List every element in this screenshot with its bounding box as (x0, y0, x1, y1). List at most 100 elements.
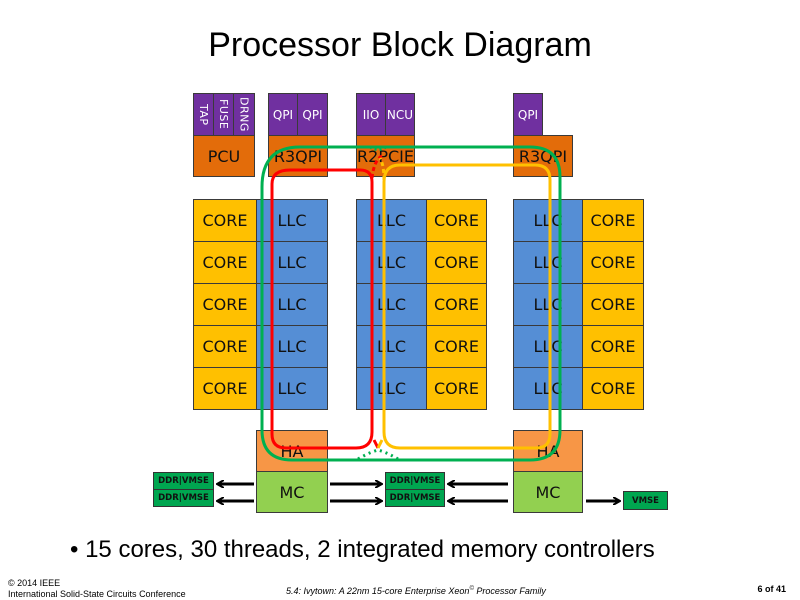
footer-paper-title: 5.4: Ivytown: A 22nm 15-core Enterprise … (286, 586, 546, 596)
right-core-slice: CORE (582, 367, 644, 410)
llc-label: LLC (277, 295, 307, 314)
llc-label: LLC (277, 211, 307, 230)
llc-label: LLC (533, 337, 563, 356)
ddr-vmse-left-2: DDR|VMSE (153, 489, 214, 507)
llc-label: LLC (377, 211, 406, 230)
pcu-unit: PCU (193, 135, 255, 177)
right-llc-slice: LLC (513, 325, 583, 368)
middle-core-slice: CORE (426, 199, 487, 242)
llc-label: LLC (533, 211, 563, 230)
core-label: CORE (590, 379, 636, 398)
right-core-slice: CORE (582, 283, 644, 326)
tap-unit: TAP (193, 93, 214, 136)
middle-core-slice: CORE (426, 283, 487, 326)
ha-left: HA (256, 430, 328, 472)
left-core-slice: CORE (193, 367, 257, 410)
core-label: CORE (434, 295, 479, 314)
core-label: CORE (590, 211, 636, 230)
mc-right: MC (513, 471, 583, 513)
core-label: CORE (202, 295, 248, 314)
left-llc-slice: LLC (256, 367, 328, 410)
mc-left: MC (256, 471, 328, 513)
left-llc-slice: LLC (256, 199, 328, 242)
llc-label: LLC (377, 295, 406, 314)
llc-label: LLC (377, 253, 406, 272)
middle-llc-slice: LLC (356, 283, 427, 326)
ha-label: HA (280, 441, 304, 461)
footer-page-number: 6 of 41 (757, 584, 786, 594)
core-label: CORE (590, 253, 636, 272)
ring-red-dash-bottom (372, 439, 380, 449)
r3qpi-unit-right: R3QPI (513, 135, 573, 177)
core-label: CORE (202, 337, 248, 356)
middle-core-slice: CORE (426, 367, 487, 410)
footer-copyright: © 2014 IEEE (8, 578, 61, 588)
left-core-slice: CORE (193, 199, 257, 242)
paper-title-text: 5.4: Ivytown: A 22nm 15-core Enterprise … (286, 586, 470, 596)
core-label: CORE (202, 379, 248, 398)
paper-title-end: Processor Family (473, 586, 546, 596)
core-label: CORE (590, 337, 636, 356)
qpi-unit-2: QPI (297, 93, 328, 136)
right-core-slice: CORE (582, 325, 644, 368)
fuse-label: FUSE (217, 99, 230, 130)
ncu-unit: NCU (385, 93, 415, 136)
right-llc-slice: LLC (513, 199, 583, 242)
fuse-unit: FUSE (213, 93, 234, 136)
core-label: CORE (434, 211, 479, 230)
vmse-box: VMSE (623, 491, 668, 510)
ddr-vmse-mid-2: DDR|VMSE (385, 489, 445, 507)
footer-conference: International Solid-State Circuits Confe… (8, 589, 186, 599)
ha-right: HA (513, 430, 583, 472)
ddr-vmse-mid-1: DDR|VMSE (385, 472, 445, 490)
iio-label: IIO (362, 107, 380, 122)
left-core-slice: CORE (193, 241, 257, 284)
tap-label: TAP (197, 103, 210, 126)
middle-core-slice: CORE (426, 325, 487, 368)
llc-label: LLC (533, 379, 563, 398)
llc-label: LLC (533, 295, 563, 314)
ha-label: HA (536, 441, 560, 461)
qpi-label: QPI (302, 107, 323, 122)
right-core-slice: CORE (582, 241, 644, 284)
ddr-label: DDR|VMSE (158, 476, 209, 486)
right-llc-slice: LLC (513, 241, 583, 284)
llc-label: LLC (277, 253, 307, 272)
right-llc-slice: LLC (513, 367, 583, 410)
left-core-slice: CORE (193, 283, 257, 326)
vmse-label: VMSE (632, 495, 659, 506)
middle-llc-slice: LLC (356, 367, 427, 410)
core-label: CORE (434, 337, 479, 356)
ncu-label: NCU (386, 107, 414, 122)
middle-core-slice: CORE (426, 241, 487, 284)
middle-llc-slice: LLC (356, 325, 427, 368)
ddr-label: DDR|VMSE (389, 476, 441, 486)
middle-llc-slice: LLC (356, 241, 427, 284)
core-label: CORE (202, 211, 248, 230)
r3qpi-label: R3QPI (273, 146, 323, 166)
left-llc-slice: LLC (256, 325, 328, 368)
slide-title: Processor Block Diagram (208, 26, 592, 64)
llc-label: LLC (277, 337, 307, 356)
ddr-label: DDR|VMSE (389, 493, 441, 503)
r2pcie-unit: R2PCIE (356, 135, 415, 177)
left-llc-slice: LLC (256, 241, 328, 284)
pcu-label: PCU (207, 146, 241, 166)
core-label: CORE (202, 253, 248, 272)
middle-llc-slice: LLC (356, 199, 427, 242)
mc-label: MC (535, 482, 561, 502)
llc-label: LLC (533, 253, 563, 272)
drng-unit: DRNG (233, 93, 255, 136)
r3qpi-unit-left: R3QPI (268, 135, 328, 177)
r3qpi-label: R3QPI (518, 146, 568, 166)
bullet-point: • 15 cores, 30 threads, 2 integrated mem… (70, 536, 655, 563)
ddr-label: DDR|VMSE (158, 493, 209, 503)
mc-label: MC (279, 482, 305, 502)
r2pcie-label: R2PCIE (357, 146, 414, 166)
iio-unit: IIO (356, 93, 386, 136)
left-llc-slice: LLC (256, 283, 328, 326)
llc-label: LLC (377, 379, 406, 398)
qpi-label: QPI (517, 107, 539, 122)
core-label: CORE (590, 295, 636, 314)
ddr-vmse-left-1: DDR|VMSE (153, 472, 214, 490)
